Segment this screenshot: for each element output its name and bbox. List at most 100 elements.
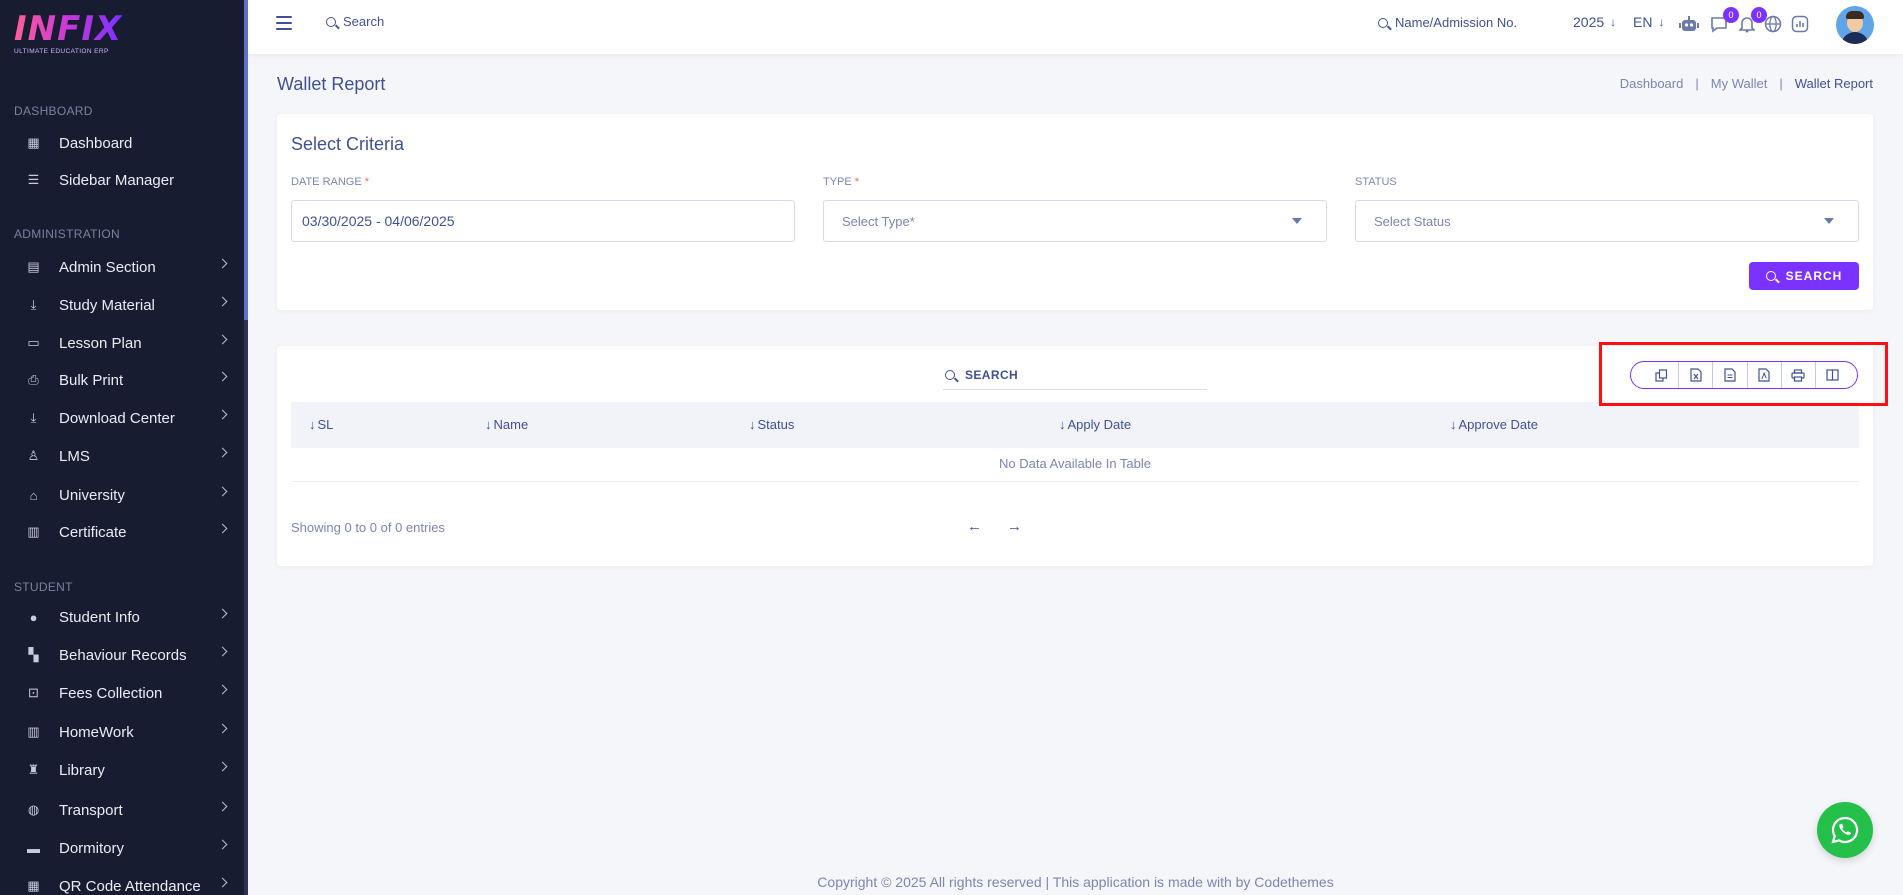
sidebar-item-behaviour-records[interactable]: ▚ Behaviour Records <box>0 639 240 671</box>
sidebar-item-label: Lesson Plan <box>59 334 142 352</box>
caret-down-icon <box>1824 218 1834 224</box>
sort-arrow-icon: ↓ <box>1450 417 1457 432</box>
analytics-icon[interactable] <box>1789 13 1811 35</box>
chevron-right-icon <box>217 409 228 420</box>
year-selector[interactable]: 2025 ↓ <box>1573 14 1616 30</box>
table-search-input[interactable]: SEARCH <box>943 360 1207 390</box>
sidebar-item-label: Dormitory <box>59 839 125 857</box>
sidebar-item-university[interactable]: ⌂ University <box>0 479 240 511</box>
library-icon: ♜ <box>27 762 40 777</box>
sidebar-item-homework[interactable]: ▥ HomeWork <box>0 716 240 748</box>
sidebar-item-download-center[interactable]: ⤓ Download Center <box>0 402 240 434</box>
section-title-administration: ADMINISTRATION <box>14 227 120 241</box>
column-header-sl[interactable]: ↓ SL <box>309 417 333 432</box>
sidebar-item-lms[interactable]: ♙ LMS <box>0 440 240 472</box>
type-label: TYPE * <box>823 176 860 188</box>
globe-icon[interactable] <box>1762 13 1784 35</box>
whatsapp-button[interactable] <box>1817 802 1873 858</box>
search-button-label: SEARCH <box>1785 269 1843 283</box>
section-title-student: STUDENT <box>14 580 73 594</box>
chevron-right-icon <box>217 761 228 772</box>
sort-arrow-icon: ↓ <box>485 417 492 432</box>
arrow-down-icon: ↓ <box>1610 15 1617 29</box>
download-icon: ⤓ <box>30 410 37 425</box>
global-search[interactable]: Search <box>326 14 384 29</box>
avatar[interactable] <box>1836 6 1874 44</box>
breadcrumb-current: Wallet Report <box>1794 76 1873 91</box>
logo-tagline: ULTIMATE EDUCATION ERP <box>14 48 109 55</box>
name-admission-search-label: Name/Admission No. <box>1395 15 1518 30</box>
name-admission-search[interactable]: Name/Admission No. <box>1378 15 1517 30</box>
empty-table-message: No Data Available In Table <box>291 448 1859 482</box>
criteria-card: Select Criteria DATE RANGE * 03/30/2025 … <box>277 114 1873 310</box>
lesson-icon: ▭ <box>27 335 40 350</box>
sidebar-item-dormitory[interactable]: ▬ Dormitory <box>0 832 240 864</box>
breadcrumb-dashboard[interactable]: Dashboard <box>1620 76 1684 91</box>
caret-down-icon <box>1292 218 1302 224</box>
printer-icon: ⎙ <box>28 372 39 387</box>
records-icon: ▚ <box>28 647 39 662</box>
sidebar-item-sidebar-manager[interactable]: ☰ Sidebar Manager <box>0 164 240 196</box>
sidebar-item-fees-collection[interactable]: ⊡ Fees Collection <box>0 677 240 709</box>
table-info: Showing 0 to 0 of 0 entries <box>291 520 445 535</box>
sidebar-item-study-material[interactable]: ⤓ Study Material <box>0 289 240 321</box>
user-icon: ● <box>29 609 38 625</box>
hamburger-menu-icon[interactable] <box>276 16 292 30</box>
chevron-right-icon <box>217 371 228 382</box>
lms-icon: ♙ <box>27 448 40 463</box>
table-header: ↓ SL ↓ Name ↓ Status ↓ Apply Date ↓ Approve D… <box>291 402 1859 448</box>
sidebar-item-dashboard[interactable]: ▦ Dashboard <box>0 127 240 159</box>
pagination-prev-button[interactable]: ← <box>967 518 982 535</box>
sidebar-item-library[interactable]: ♜ Library <box>0 754 240 786</box>
robot-icon[interactable] <box>1678 13 1700 35</box>
breadcrumb-separator: | <box>1779 76 1783 91</box>
column-header-apply-date[interactable]: ↓ Apply Date <box>1059 417 1131 432</box>
logo-wordmark: INFIX <box>14 9 123 49</box>
topbar: Search Name/Admission No. 2025 ↓ EN ↓ 0 0 <box>248 0 1903 54</box>
column-header-name[interactable]: ↓ Name <box>485 417 528 432</box>
chevron-right-icon <box>217 486 228 497</box>
chevron-right-icon <box>217 646 228 657</box>
grid-icon: ▦ <box>27 135 40 150</box>
sidebar-item-label: University <box>59 486 125 504</box>
chevron-right-icon <box>217 684 228 695</box>
language-selector[interactable]: EN ↓ <box>1633 14 1664 30</box>
search-button[interactable]: SEARCH <box>1749 262 1859 290</box>
breadcrumb-my-wallet[interactable]: My Wallet <box>1711 76 1768 91</box>
criteria-title: Select Criteria <box>291 134 405 154</box>
sidebar-item-student-info[interactable]: ● Student Info <box>0 601 240 633</box>
pagination-next-button[interactable]: → <box>1007 518 1022 535</box>
column-header-approve-date[interactable]: ↓ Approve Date <box>1450 417 1538 432</box>
qr-icon: ▦ <box>27 878 40 893</box>
menu-icon: ☰ <box>27 172 40 187</box>
chat-icon[interactable]: 0 <box>1708 7 1739 35</box>
sidebar-item-bulk-print[interactable]: ⎙ Bulk Print <box>0 364 240 396</box>
bell-icon[interactable]: 0 <box>1736 7 1767 35</box>
status-label: STATUS <box>1355 176 1397 188</box>
sidebar-item-label: Dashboard <box>59 134 133 152</box>
logo[interactable]: INFIX ULTIMATE EDUCATION ERP <box>14 12 122 55</box>
chevron-right-icon <box>217 523 228 534</box>
download-icon: ⤓ <box>30 297 37 312</box>
type-select-value: Select Type* <box>842 213 915 229</box>
search-icon <box>1378 17 1388 28</box>
sidebar-item-label: Sidebar Manager <box>59 171 175 189</box>
chevron-right-icon <box>217 258 228 269</box>
page-title: Wallet Report <box>277 74 386 94</box>
arrow-down-icon: ↓ <box>1658 15 1665 29</box>
status-select[interactable]: Select Status <box>1355 200 1859 242</box>
date-range-input[interactable]: 03/30/2025 - 04/06/2025 <box>291 200 795 242</box>
bed-icon: ▬ <box>27 840 40 856</box>
sidebar-item-certificate[interactable]: ▥ Certificate <box>0 516 240 548</box>
sidebar-item-transport[interactable]: ◍ Transport <box>0 794 240 826</box>
sidebar-item-lesson-plan[interactable]: ▭ Lesson Plan <box>0 327 240 359</box>
chevron-right-icon <box>217 877 228 888</box>
sort-arrow-icon: ↓ <box>749 417 756 432</box>
sidebar-item-qr-code-attendance[interactable]: ▦ QR Code Attendance <box>0 870 240 895</box>
sidebar-item-label: QR Code Attendance <box>59 877 201 895</box>
sidebar-scrollbar[interactable] <box>244 0 248 895</box>
type-select[interactable]: Select Type* <box>823 200 1327 242</box>
column-header-status[interactable]: ↓ Status <box>749 417 794 432</box>
sidebar-item-label: Study Material <box>59 296 155 314</box>
sidebar-item-admin-section[interactable]: ▤ Admin Section <box>0 251 240 283</box>
